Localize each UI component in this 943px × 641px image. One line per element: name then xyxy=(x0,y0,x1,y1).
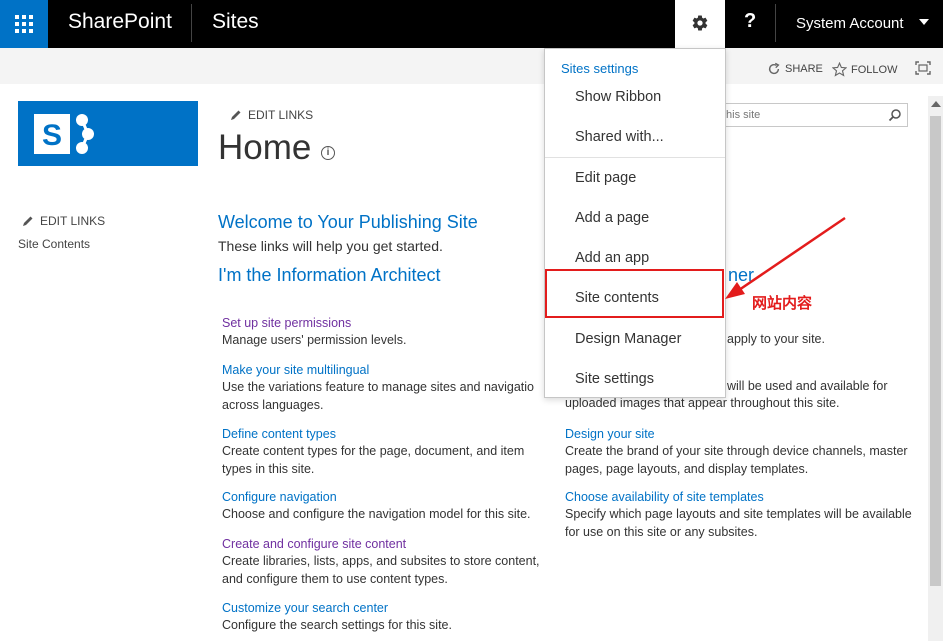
menu-item-shared-with[interactable]: Shared with... xyxy=(545,117,725,157)
task-configure-navigation: Configure navigation Choose and configur… xyxy=(222,489,552,524)
vertical-scrollbar[interactable] xyxy=(928,96,943,641)
task-link[interactable]: Set up site permissions xyxy=(222,315,552,332)
chevron-down-icon[interactable] xyxy=(919,19,929,25)
quicklaunch-site-contents[interactable]: Site Contents xyxy=(18,237,90,251)
menu-item-edit-page[interactable]: Edit page xyxy=(545,158,725,198)
task-set-up-site-permissions: Set up site permissions Manage users' pe… xyxy=(222,315,552,350)
task-description: Create the brand of your site through de… xyxy=(565,444,908,476)
welcome-heading: Welcome to Your Publishing Site xyxy=(218,212,478,232)
task-link[interactable]: Customize your search center xyxy=(222,600,552,617)
task-description: Choose and configure the navigation mode… xyxy=(222,507,531,521)
menu-item-show-ribbon[interactable]: Show Ribbon xyxy=(545,77,725,117)
settings-menu: Sites settings Show Ribbon Shared with..… xyxy=(544,48,726,398)
menu-item-site-settings[interactable]: Site settings xyxy=(545,359,725,399)
edit-links-label: EDIT LINKS xyxy=(40,214,106,228)
pencil-icon xyxy=(23,216,33,226)
follow-button[interactable]: FOLLOW xyxy=(832,62,897,77)
task-link[interactable]: Choose availability of site templates xyxy=(565,489,925,506)
information-architect-heading: I'm the Information Architect xyxy=(218,265,441,285)
task-link[interactable]: Create and configure site content xyxy=(222,536,552,553)
task-design-your-site: Design your site Create the brand of you… xyxy=(565,426,925,478)
star-icon xyxy=(832,62,847,77)
app-launcher-button[interactable] xyxy=(0,0,48,48)
page-title: Home xyxy=(218,128,312,167)
share-icon xyxy=(768,62,780,75)
waffle-icon xyxy=(15,15,33,33)
edit-links-quicklaunch[interactable]: EDIT LINKS xyxy=(22,214,105,228)
settings-button[interactable] xyxy=(675,0,725,48)
suite-divider xyxy=(191,4,192,42)
svg-text:S: S xyxy=(42,119,62,152)
site-logo[interactable]: S xyxy=(18,101,198,166)
pencil-icon xyxy=(231,110,241,120)
search-icon[interactable] xyxy=(888,108,902,122)
annotation-highlight-box xyxy=(545,269,724,318)
menu-item-add-page[interactable]: Add a page xyxy=(545,198,725,238)
follow-label: FOLLOW xyxy=(851,63,898,76)
task-link[interactable]: Define content types xyxy=(222,426,552,443)
scroll-up-arrow-icon[interactable] xyxy=(931,101,941,107)
suite-divider xyxy=(775,4,776,42)
ribbon-bar: SHARE FOLLOW xyxy=(0,48,943,84)
search-placeholder: this site xyxy=(723,109,761,121)
task-link[interactable]: Design your site xyxy=(565,426,925,443)
share-button[interactable]: SHARE xyxy=(767,62,823,76)
edit-links-label: EDIT LINKS xyxy=(248,108,314,122)
task-description: Create libraries, lists, apps, and subsi… xyxy=(222,554,540,586)
sharepoint-logo-icon: S xyxy=(34,114,94,154)
task-description-fragment: apply to your site. xyxy=(727,332,825,346)
help-button[interactable]: ? xyxy=(726,0,774,48)
annotation-arrow-icon xyxy=(725,216,846,299)
task-customize-search-center: Customize your search center Configure t… xyxy=(222,600,552,635)
task-link[interactable]: Make your site multilingual xyxy=(222,362,552,379)
task-description: Specify which page layouts and site temp… xyxy=(565,507,912,539)
annotation-label: 网站内容 xyxy=(752,294,813,312)
share-label: SHARE xyxy=(785,63,823,75)
sites-link[interactable]: Sites xyxy=(212,10,259,34)
settings-menu-header: Sites settings xyxy=(561,61,639,76)
task-make-site-multilingual: Make your site multilingual Use the vari… xyxy=(222,362,552,414)
task-description: Create content types for the page, docum… xyxy=(222,444,525,476)
scroll-thumb[interactable] xyxy=(930,116,941,586)
focus-mode-icon[interactable] xyxy=(915,61,931,75)
task-description: Manage users' permission levels. xyxy=(222,333,407,347)
task-description: Use the variations feature to manage sit… xyxy=(222,380,534,412)
task-description-fragment: will be used and available for xyxy=(727,379,888,393)
task-define-content-types: Define content types Create content type… xyxy=(222,426,552,478)
task-link[interactable]: Configure navigation xyxy=(222,489,552,506)
menu-item-design-manager[interactable]: Design Manager xyxy=(545,319,725,359)
account-menu-button[interactable]: System Account xyxy=(796,15,904,32)
task-description: Configure the search settings for this s… xyxy=(222,618,452,632)
gear-icon xyxy=(692,15,708,31)
welcome-subtitle: These links will help you get started. xyxy=(218,238,443,254)
edit-links-top[interactable]: EDIT LINKS xyxy=(230,108,313,122)
suite-bar: SharePoint Sites ? System Account xyxy=(0,0,943,48)
info-icon[interactable]: i xyxy=(321,146,335,160)
sharepoint-brand-link[interactable]: SharePoint xyxy=(68,10,172,34)
task-create-configure-site-content: Create and configure site content Create… xyxy=(222,536,552,588)
task-choose-site-templates: Choose availability of site templates Sp… xyxy=(565,489,925,541)
help-icon: ? xyxy=(744,10,757,32)
